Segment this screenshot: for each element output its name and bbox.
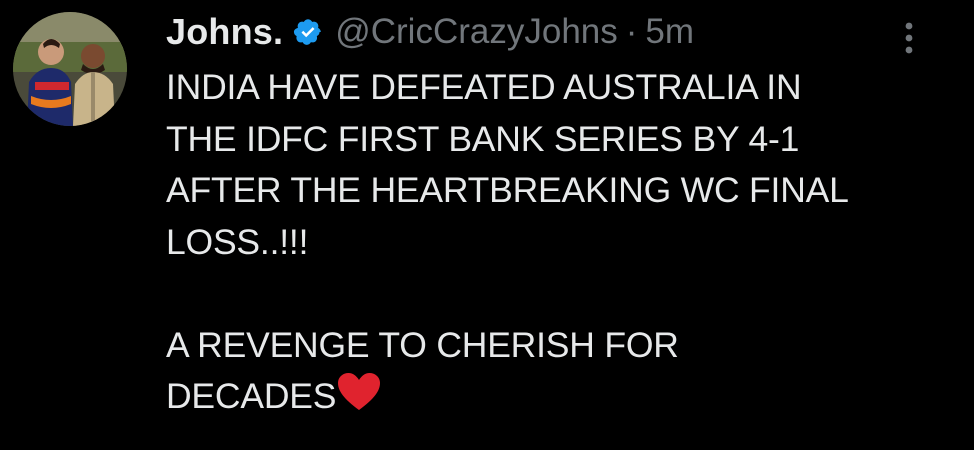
tweet-text-line: LOSS..!!! xyxy=(166,221,309,262)
verified-badge-icon xyxy=(293,17,323,47)
tweet-text-line: THE IDFC FIRST BANK SERIES BY 4-1 xyxy=(166,118,800,159)
timestamp[interactable]: 5m xyxy=(645,12,694,52)
tweet-header: Johns. @CricCrazyJohns · 5m xyxy=(166,6,694,58)
avatar[interactable] xyxy=(13,12,127,126)
handle[interactable]: @CricCrazyJohns xyxy=(335,12,618,52)
tweet-text-line: INDIA HAVE DEFEATED AUSTRALIA IN xyxy=(166,67,802,107)
tweet-text-line: AFTER THE HEARTBREAKING WC FINAL xyxy=(166,170,849,210)
tweet-text-line: DECADES xyxy=(166,371,956,423)
tweet[interactable]: Johns. @CricCrazyJohns · 5m INDIA HAVE D… xyxy=(0,0,974,450)
avatar-photo-icon xyxy=(13,12,127,126)
tweet-text-word: DECADES xyxy=(166,376,337,416)
red-heart-icon xyxy=(336,372,382,412)
display-name[interactable]: Johns. xyxy=(166,11,283,53)
tweet-text-line: A REVENGE TO CHERISH FOR xyxy=(166,324,679,365)
separator: · xyxy=(625,12,638,51)
more-options-icon[interactable] xyxy=(898,18,920,58)
tweet-text: INDIA HAVE DEFEATED AUSTRALIA IN THE IDF… xyxy=(166,62,956,423)
